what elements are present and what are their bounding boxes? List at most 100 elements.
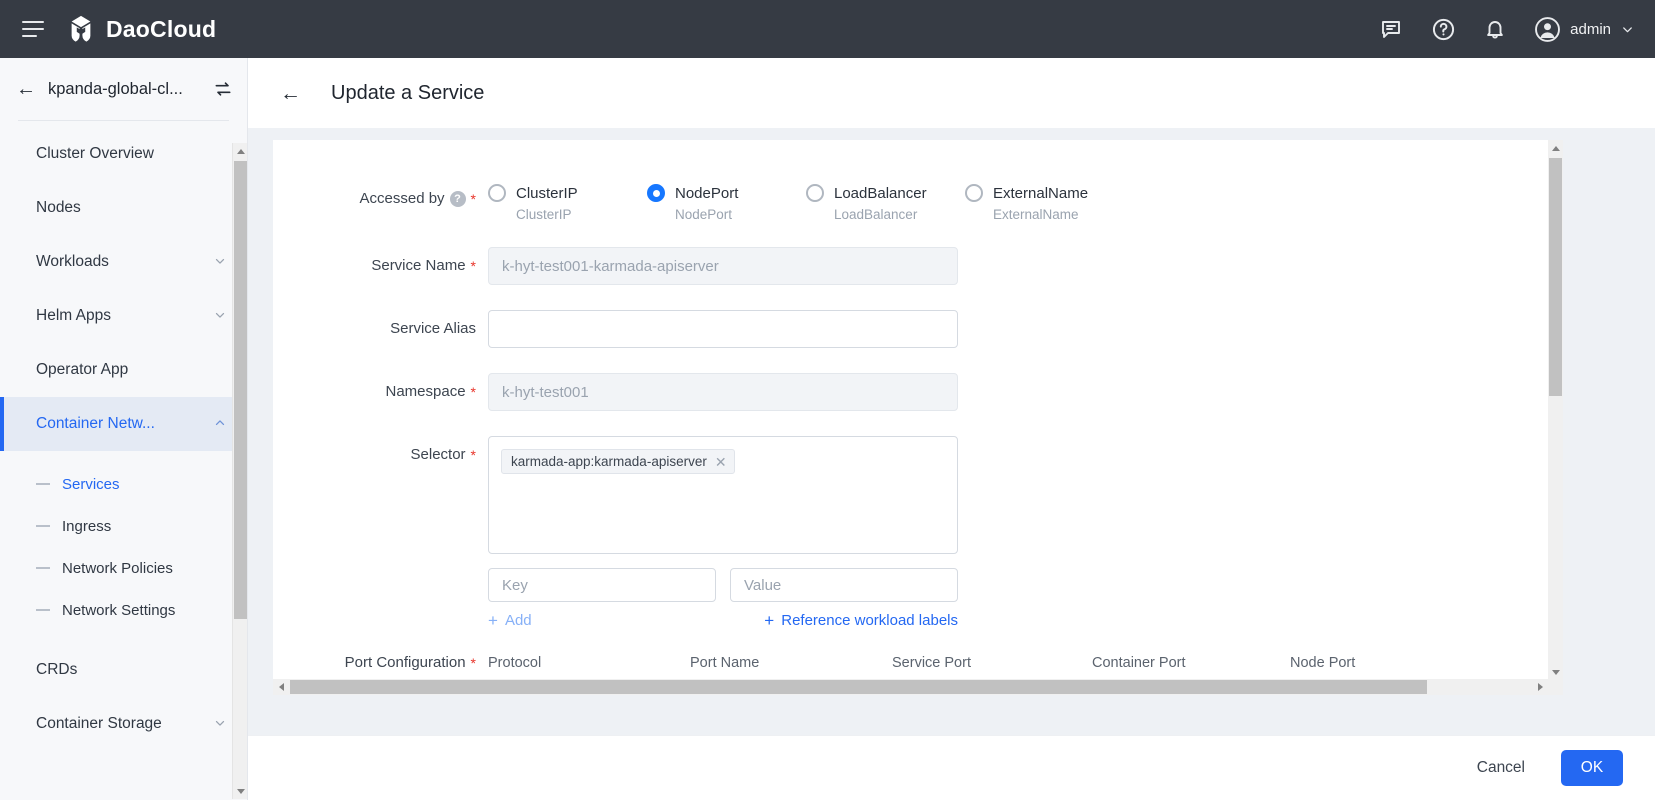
sidebar-item-helm-apps[interactable]: Helm Apps	[0, 289, 247, 343]
selector-key-input[interactable]	[488, 568, 716, 602]
chevron-down-icon	[213, 254, 227, 271]
sidebar-scroll-thumb[interactable]	[234, 161, 247, 619]
scroll-up-icon[interactable]	[1548, 140, 1563, 156]
port-configuration-label: Port Configuration	[344, 654, 466, 671]
column-port-name: Port Name	[690, 654, 760, 671]
field-namespace: Namespace *	[273, 373, 1563, 411]
sidebar-menu: Cluster Overview Nodes Workloads Helm Ap…	[0, 121, 247, 751]
chevron-down-icon	[213, 716, 227, 733]
radio-circle[interactable]	[647, 184, 665, 202]
plus-icon: +	[488, 611, 498, 630]
close-icon[interactable]: ✕	[715, 455, 727, 469]
sidebar-item-label: Container Netw...	[36, 415, 155, 432]
selector-kv-row	[488, 568, 958, 602]
scroll-left-icon[interactable]	[273, 679, 289, 695]
sidebar-subitem-label: Ingress	[62, 517, 112, 535]
page-title: Update a Service	[331, 81, 485, 104]
sidebar-item-network-settings[interactable]: Network Settings	[0, 589, 247, 631]
accessed-by-radio-group: ClusterIP ClusterIP NodePort NodePort Lo…	[488, 180, 1124, 222]
daocloud-cube-icon	[71, 15, 91, 42]
hamburger-icon[interactable]	[22, 21, 44, 37]
scroll-up-icon[interactable]	[233, 143, 247, 159]
radio-option-nodeport[interactable]: NodePort NodePort	[647, 184, 806, 222]
sidebar-item-network-policies[interactable]: Network Policies	[0, 547, 247, 589]
switch-cluster-icon[interactable]	[213, 79, 233, 99]
form-vertical-scrollbar[interactable]	[1548, 140, 1563, 680]
bell-icon[interactable]	[1482, 16, 1508, 42]
page-header: ← Update a Service	[248, 58, 1655, 128]
selector-chip-box[interactable]: karmada-app:karmada-apiserver ✕	[488, 436, 958, 554]
scroll-down-icon[interactable]	[233, 783, 247, 799]
sidebar-back-icon[interactable]: ←	[16, 79, 36, 99]
reference-workload-labels-button[interactable]: + Reference workload labels	[764, 612, 958, 629]
sidebar-item-container-storage[interactable]: Container Storage	[0, 697, 247, 751]
dash-icon	[36, 483, 50, 485]
selector-chip[interactable]: karmada-app:karmada-apiserver ✕	[501, 449, 735, 474]
field-accessed-by: Accessed by ? * ClusterIP ClusterIP Node…	[273, 180, 1563, 222]
port-table-header: Protocol Port Name Service Port Containe…	[488, 655, 1355, 671]
top-bar: DaoCloud admin	[0, 0, 1655, 58]
radio-sublabel: NodePort	[675, 207, 733, 222]
sidebar-item-cluster-overview[interactable]: Cluster Overview	[0, 127, 247, 181]
user-menu[interactable]: admin	[1534, 16, 1635, 43]
sidebar-item-nodes[interactable]: Nodes	[0, 181, 247, 235]
cancel-button[interactable]: Cancel	[1463, 751, 1539, 785]
add-selector-button[interactable]: + Add	[488, 612, 532, 629]
scroll-down-icon[interactable]	[1548, 664, 1563, 680]
field-label-wrap: Port Configuration *	[273, 654, 488, 671]
field-label-wrap: Service Name *	[273, 247, 488, 285]
form-scroll-thumb-vertical[interactable]	[1549, 158, 1562, 396]
form-horizontal-scrollbar[interactable]	[273, 679, 1563, 695]
sidebar-item-label: Nodes	[36, 199, 81, 216]
chat-icon[interactable]	[1378, 16, 1404, 42]
selector-value-input[interactable]	[730, 568, 958, 602]
sidebar-item-ingress[interactable]: Ingress	[0, 505, 247, 547]
sidebar-item-services[interactable]: Services	[0, 463, 247, 505]
sidebar-scrollbar[interactable]	[232, 143, 247, 799]
help-icon[interactable]	[1430, 16, 1456, 42]
scroll-right-icon[interactable]	[1532, 679, 1548, 695]
radio-option-clusterip[interactable]: ClusterIP ClusterIP	[488, 184, 647, 222]
cluster-header: ← kpanda-global-cl...	[0, 58, 247, 120]
radio-label: ExternalName	[993, 184, 1089, 202]
reference-label: Reference workload labels	[781, 612, 958, 629]
field-service-name: Service Name *	[273, 247, 1563, 285]
column-service-port: Service Port	[892, 654, 971, 671]
sidebar-item-label: Operator App	[36, 361, 129, 378]
radio-option-externalname[interactable]: ExternalName ExternalName	[965, 184, 1124, 222]
arrow-left-icon[interactable]: ←	[280, 83, 301, 104]
sidebar-item-operator-app[interactable]: Operator App	[0, 343, 247, 397]
namespace-label: Namespace	[385, 383, 466, 400]
radio-circle[interactable]	[806, 184, 824, 202]
selector-chip-label: karmada-app:karmada-apiserver	[511, 454, 707, 469]
service-alias-label: Service Alias	[390, 320, 476, 337]
column-container-port: Container Port	[1092, 654, 1186, 671]
field-label-wrap: Service Alias	[273, 310, 488, 348]
chevron-down-icon	[1623, 26, 1632, 32]
accessed-by-label: Accessed by	[359, 190, 445, 207]
dash-icon	[36, 567, 50, 569]
required-marker: *	[470, 191, 476, 207]
service-alias-input[interactable]	[488, 310, 958, 348]
radio-option-loadbalancer[interactable]: LoadBalancer LoadBalancer	[806, 184, 965, 222]
ok-button[interactable]: OK	[1561, 750, 1623, 786]
sidebar-item-workloads[interactable]: Workloads	[0, 235, 247, 289]
main-content: ← Update a Service Accessed by ? * Clust…	[248, 58, 1655, 800]
radio-circle[interactable]	[965, 184, 983, 202]
sidebar: ← kpanda-global-cl... Cluster Overview N…	[0, 58, 248, 800]
cluster-name: kpanda-global-cl...	[48, 79, 183, 98]
brand-logo[interactable]: DaoCloud	[66, 14, 216, 44]
sidebar-subitem-label: Network Settings	[62, 601, 176, 619]
plus-icon: +	[764, 611, 775, 630]
field-label-wrap: Namespace *	[273, 373, 488, 411]
radio-circle[interactable]	[488, 184, 506, 202]
radio-label: LoadBalancer	[834, 184, 927, 202]
sidebar-item-container-network[interactable]: Container Netw...	[0, 397, 247, 451]
required-marker: *	[470, 447, 476, 463]
radio-sublabel: ClusterIP	[516, 207, 572, 222]
sidebar-item-crds[interactable]: CRDs	[0, 643, 247, 697]
help-icon[interactable]: ?	[449, 191, 466, 207]
required-marker: *	[470, 384, 476, 400]
service-form: Accessed by ? * ClusterIP ClusterIP Node…	[273, 140, 1563, 671]
form-scroll-thumb-horizontal[interactable]	[290, 680, 1427, 694]
